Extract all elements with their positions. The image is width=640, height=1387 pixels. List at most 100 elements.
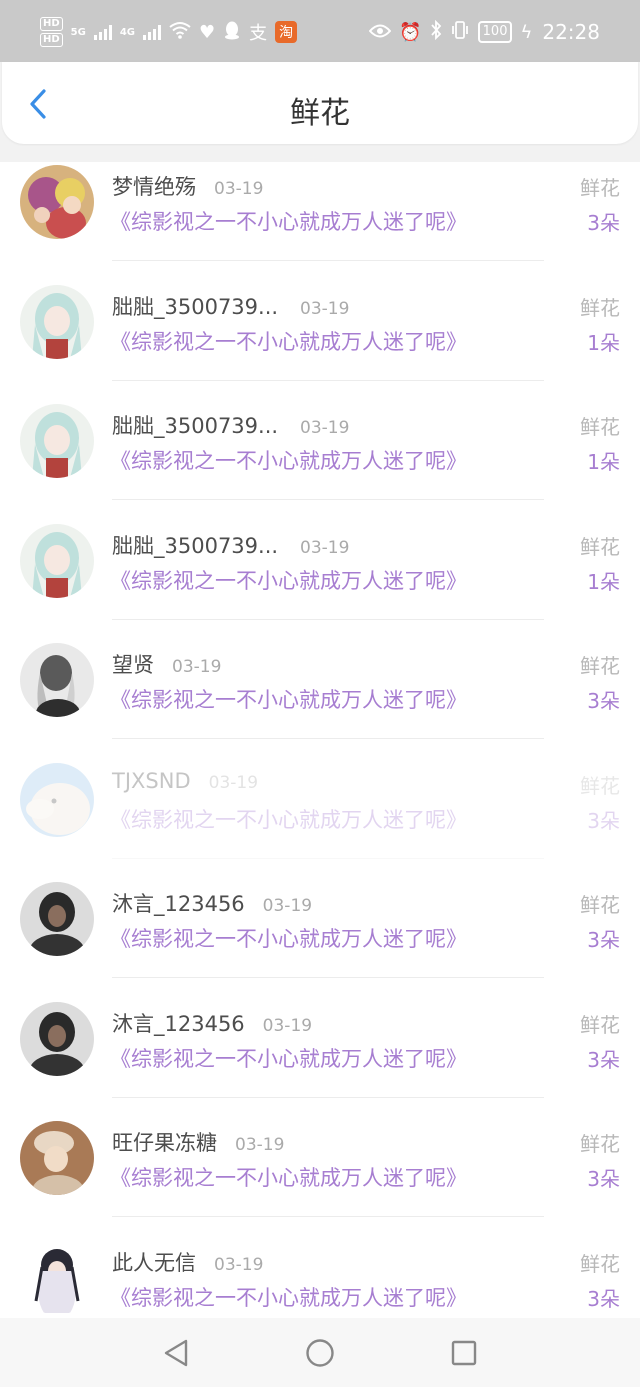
list-item[interactable]: 胐胐_3500739... 03-19 《综影视之一不小心就成万人迷了呢》 鲜花… [0, 399, 640, 519]
network-4g-label: 4G [119, 26, 136, 38]
book-title[interactable]: 《综影视之一不小心就成万人迷了呢》 [110, 1162, 467, 1192]
username[interactable]: 旺仔果冻糖 [112, 1127, 217, 1157]
avatar[interactable] [20, 1001, 94, 1076]
divider [112, 977, 544, 978]
gift-count: 1朵 [587, 569, 620, 594]
avatar[interactable] [20, 762, 94, 837]
username[interactable]: TJXSND [112, 769, 191, 793]
square-recents-icon [451, 1340, 477, 1365]
gift-label: 鲜花 [580, 1132, 620, 1156]
gift-label: 鲜花 [580, 773, 620, 798]
divider [112, 738, 544, 739]
nav-home-button[interactable] [296, 1329, 344, 1377]
clock: 22:28 [542, 20, 600, 44]
book-title[interactable]: 《综影视之一不小心就成万人迷了呢》 [110, 804, 467, 834]
avatar[interactable] [20, 1240, 94, 1315]
gift-count: 3朵 [587, 211, 620, 235]
date: 03-19 [172, 657, 222, 677]
divider [112, 1216, 544, 1217]
username[interactable]: 望贤 [112, 649, 154, 679]
status-right: ⏰ 100 ϟ 22:28 [368, 19, 600, 45]
avatar[interactable] [20, 1121, 94, 1195]
page-title: 鲜花 [290, 96, 350, 131]
avatar[interactable] [20, 165, 94, 239]
divider [112, 857, 544, 859]
system-nav-bar [0, 1318, 640, 1387]
status-left: HD HD 5G 4G ♥ 支 淘 [40, 17, 298, 47]
date: 03-19 [300, 537, 350, 558]
gift-count: 3朵 [587, 928, 620, 952]
name-line: 望贤 03-19 [112, 649, 221, 679]
gift-label: 鲜花 [580, 295, 620, 320]
date: 03-19 [300, 418, 350, 438]
signal-icon-2 [143, 24, 162, 40]
avatar[interactable] [20, 882, 94, 956]
avatar[interactable] [20, 284, 94, 359]
gift-count: 3朵 [587, 689, 620, 713]
bluetooth-icon [430, 19, 442, 45]
gift-label: 鲜花 [580, 176, 620, 200]
signal-icon [93, 24, 112, 40]
flower-list: 梦情绝殇 03-19 《综影视之一不小心就成万人迷了呢》 鲜花 3朵 胐胐_35… [0, 160, 640, 1355]
alarm-icon: ⏰ [399, 21, 422, 43]
hd-badge-1: HD [40, 17, 63, 31]
name-line: 此人无信 03-19 [112, 1247, 263, 1277]
gift-label: 鲜花 [580, 654, 620, 678]
status-bar: HD HD 5G 4G ♥ 支 淘 ⏰ 100 ϟ 22:28 [0, 0, 640, 64]
list-item[interactable]: 胐胐_3500739... 03-19 《综影视之一不小心就成万人迷了呢》 鲜花… [0, 519, 640, 639]
book-title[interactable]: 《综影视之一不小心就成万人迷了呢》 [110, 565, 467, 595]
gift-label: 鲜花 [580, 1251, 620, 1276]
username[interactable]: 胐胐_3500739... [112, 410, 282, 440]
gift-label: 鲜花 [580, 415, 620, 439]
book-title[interactable]: 《综影视之一不小心就成万人迷了呢》 [110, 1282, 467, 1312]
hd-indicators: HD HD [40, 17, 63, 47]
alipay-icon: 支 [249, 23, 268, 44]
username[interactable]: 此人无信 [112, 1247, 196, 1277]
avatar[interactable] [20, 404, 94, 478]
book-title[interactable]: 《综影视之一不小心就成万人迷了呢》 [110, 445, 467, 475]
list-item[interactable]: 旺仔果冻糖 03-19 《综影视之一不小心就成万人迷了呢》 鲜花 3朵 [0, 1116, 640, 1236]
avatar[interactable] [20, 643, 94, 717]
gift-label: 鲜花 [580, 1012, 620, 1037]
book-title[interactable]: 《综影视之一不小心就成万人迷了呢》 [110, 1043, 467, 1073]
avatar[interactable] [20, 523, 94, 598]
gift-count: 3朵 [587, 808, 620, 833]
list-item[interactable]: TJXSND 03-19 《综影视之一不小心就成万人迷了呢》 鲜花 3朵 [0, 758, 640, 878]
name-line: 胐胐_3500739... 03-19 [112, 530, 349, 560]
book-title[interactable]: 《综影视之一不小心就成万人迷了呢》 [110, 206, 467, 236]
divider [112, 499, 544, 500]
heart-icon: ♥ [199, 21, 216, 43]
date: 03-19 [300, 298, 350, 319]
list-item[interactable]: 沐言_123456 03-19 《综影视之一不小心就成万人迷了呢》 鲜花 3朵 [0, 877, 640, 997]
vibrate-icon [450, 20, 470, 44]
nav-back-button[interactable] [152, 1329, 200, 1377]
list-item[interactable]: 沐言_123456 03-19 《综影视之一不小心就成万人迷了呢》 鲜花 3朵 [0, 997, 640, 1117]
book-title[interactable]: 《综影视之一不小心就成万人迷了呢》 [110, 684, 467, 714]
gift-count: 3朵 [587, 1047, 620, 1072]
username[interactable]: 沐言_123456 [112, 1008, 245, 1038]
taobao-icon: 淘 [275, 21, 298, 43]
triangle-back-icon [164, 1339, 188, 1366]
username[interactable]: 胐胐_3500739... [112, 530, 282, 560]
username[interactable]: 沐言_123456 [112, 888, 245, 918]
charging-icon: ϟ [520, 21, 533, 43]
name-line: 梦情绝殇 03-19 [112, 171, 263, 201]
divider [112, 618, 544, 620]
list-item[interactable]: 胐胐_3500739... 03-19 《综影视之一不小心就成万人迷了呢》 鲜花… [0, 280, 640, 400]
date: 03-19 [262, 1015, 313, 1036]
eye-icon [368, 22, 392, 43]
username[interactable]: 梦情绝殇 [112, 171, 196, 201]
divider [112, 379, 544, 381]
hd-badge-2: HD [40, 33, 63, 47]
list-item[interactable]: 望贤 03-19 《综影视之一不小心就成万人迷了呢》 鲜花 3朵 [0, 638, 640, 758]
gift-count: 1朵 [587, 450, 620, 474]
header: 鲜花 [2, 62, 638, 144]
date: 03-19 [235, 1135, 285, 1155]
list-item[interactable]: 梦情绝殇 03-19 《综影视之一不小心就成万人迷了呢》 鲜花 3朵 [0, 160, 640, 280]
username[interactable]: 胐胐_3500739... [112, 291, 282, 321]
book-title[interactable]: 《综影视之一不小心就成万人迷了呢》 [110, 923, 467, 953]
divider [112, 260, 544, 261]
nav-recents-button[interactable] [440, 1329, 488, 1377]
book-title[interactable]: 《综影视之一不小心就成万人迷了呢》 [110, 326, 467, 356]
name-line: 沐言_123456 03-19 [112, 888, 312, 918]
